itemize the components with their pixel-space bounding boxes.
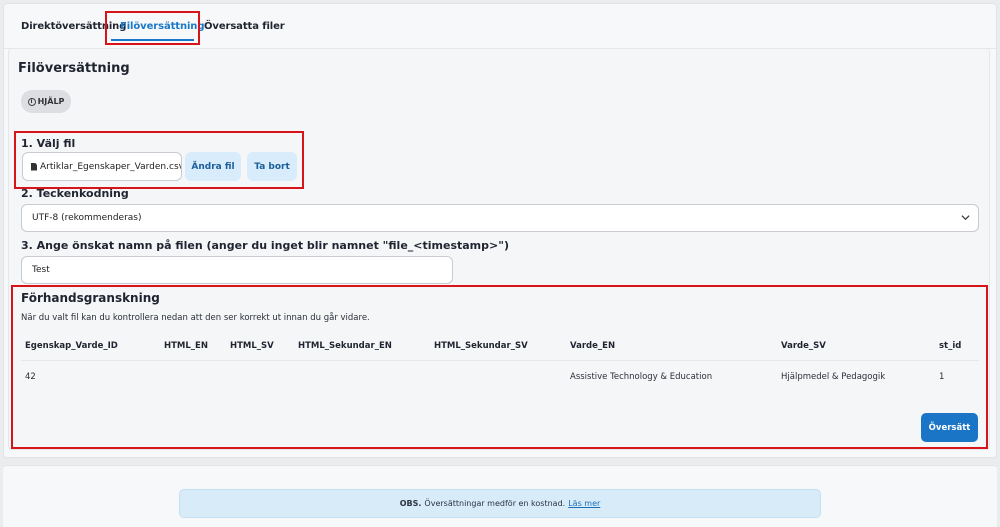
info-icon: i — [27, 97, 36, 106]
column-header: Varde_SV — [781, 341, 826, 351]
cost-notice: OBS. Översättningar medför en kostnad. L… — [179, 489, 821, 518]
column-header: HTML_EN — [164, 341, 208, 351]
tab-translated-files[interactable]: Översatta filer — [204, 21, 285, 32]
step1-label: 1. Välj fil — [21, 137, 76, 150]
remove-file-button[interactable]: Ta bort — [247, 152, 297, 181]
file-name: Artiklar_Egenskaper_Varden.csv — [40, 161, 182, 172]
encoding-select[interactable]: UTF-8 (rekommenderas) — [21, 204, 979, 232]
column-header: HTML_Sekundar_SV — [434, 341, 528, 351]
help-button[interactable]: i HJÄLP — [21, 90, 71, 113]
table-cell: Hjälpmedel & Pedagogik — [781, 372, 886, 382]
tab-file-translation[interactable]: Filöversättning — [120, 21, 204, 32]
file-name-input-value: Test — [32, 265, 50, 275]
section-title: Filöversättning — [18, 61, 130, 76]
table-cell: Assistive Technology & Education — [570, 372, 713, 382]
help-button-label: HJÄLP — [37, 97, 65, 106]
column-header: Egenskap_Varde_ID — [25, 341, 118, 351]
tab-direct-translation[interactable]: Direktöversättning — [21, 21, 126, 32]
preview-title: Förhandsgranskning — [21, 291, 160, 305]
table-header-divider — [21, 360, 979, 361]
preview-description: När du valt fil kan du kontrollera nedan… — [21, 313, 370, 323]
encoding-selected-value: UTF-8 (rekommenderas) — [32, 213, 142, 223]
table-cell: 42 — [25, 372, 36, 382]
step3-label: 3. Ange önskat namn på filen (anger du i… — [21, 239, 509, 252]
notice-text: Översättningar medför en kostnad. — [424, 499, 566, 508]
read-more-link[interactable]: Läs mer — [568, 499, 600, 508]
column-header: st_id — [939, 341, 962, 351]
selected-file-display[interactable]: Artiklar_Egenskaper_Varden.csv — [22, 152, 182, 181]
change-file-label: Ändra fil — [191, 161, 235, 172]
column-header: Varde_EN — [570, 341, 616, 351]
change-file-button[interactable]: Ändra fil — [185, 152, 241, 181]
document-icon — [31, 162, 37, 171]
table-cell: 1 — [939, 372, 945, 382]
step2-label: 2. Teckenkodning — [21, 187, 129, 200]
file-name-input[interactable]: Test — [21, 256, 453, 284]
notice-bold: OBS. — [399, 499, 422, 508]
chevron-down-icon — [961, 215, 970, 221]
column-header: HTML_Sekundar_EN — [298, 341, 392, 351]
column-header: HTML_SV — [230, 341, 274, 351]
translate-button-label: Översätt — [928, 422, 971, 433]
remove-file-label: Ta bort — [254, 161, 290, 172]
translate-button[interactable]: Översätt — [921, 413, 978, 442]
active-tab-indicator — [111, 39, 194, 41]
